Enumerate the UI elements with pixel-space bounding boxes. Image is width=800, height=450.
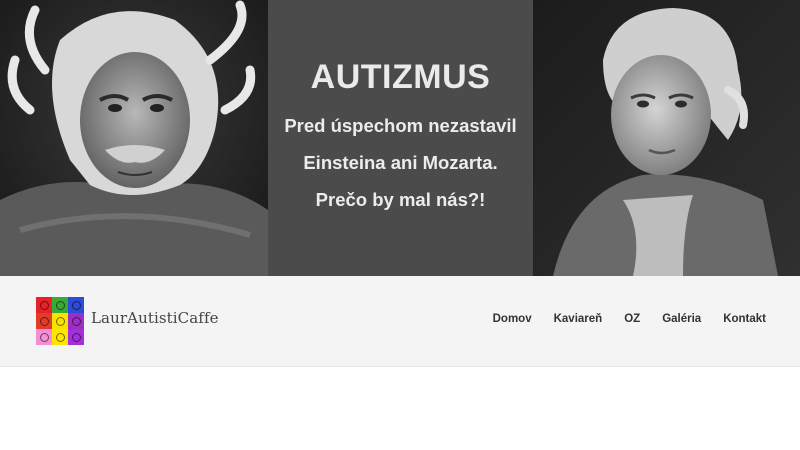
hero-line-2: Einsteina ani Mozarta. bbox=[303, 152, 498, 173]
hero-text-panel: AUTIZMUS Pred úspechom nezastavil Einste… bbox=[268, 0, 533, 276]
logo-tile bbox=[36, 313, 52, 329]
logo-tile bbox=[36, 329, 52, 345]
nav-item-kaviaren[interactable]: Kaviareň bbox=[554, 313, 603, 325]
logo-tile bbox=[52, 297, 68, 313]
hero-line-3: Prečo by mal nás?! bbox=[315, 189, 486, 210]
logo-tile bbox=[52, 329, 68, 345]
nav-item-domov[interactable]: Domov bbox=[493, 313, 532, 325]
site-logo-icon[interactable] bbox=[36, 297, 84, 345]
hero-line-1: Pred úspechom nezastavil bbox=[284, 115, 517, 136]
site-header: LaurAutistiCaffe Domov Kaviareň OZ Galér… bbox=[0, 276, 800, 367]
logo-tile bbox=[52, 313, 68, 329]
logo-tile bbox=[68, 313, 84, 329]
hero-banner: AUTIZMUS Pred úspechom nezastavil Einste… bbox=[0, 0, 800, 276]
logo-tile bbox=[36, 297, 52, 313]
hero-headline: AUTIZMUS bbox=[310, 58, 491, 96]
nav-item-kontakt[interactable]: Kontakt bbox=[723, 313, 766, 325]
nav-item-oz[interactable]: OZ bbox=[624, 313, 640, 325]
einstein-portrait bbox=[0, 0, 268, 276]
logo-tile bbox=[68, 329, 84, 345]
mozart-portrait bbox=[533, 0, 800, 276]
nav-item-galeria[interactable]: Galéria bbox=[662, 313, 701, 325]
logo-tile bbox=[68, 297, 84, 313]
main-navigation: Domov Kaviareň OZ Galéria Kontakt bbox=[493, 313, 766, 325]
site-title-link[interactable]: LaurAutistiCaffe bbox=[91, 309, 219, 327]
